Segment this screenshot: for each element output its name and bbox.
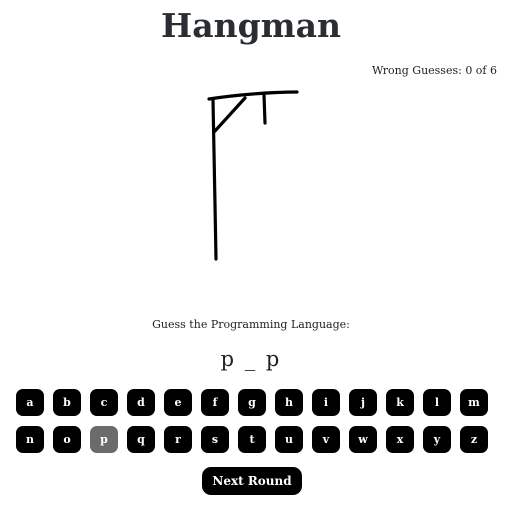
next-round-button[interactable]: Next Round: [202, 467, 302, 495]
letter-key-o[interactable]: o: [53, 426, 81, 453]
letter-key-e[interactable]: e: [164, 389, 192, 416]
letter-key-g[interactable]: g: [238, 389, 266, 416]
letter-key-t[interactable]: t: [238, 426, 266, 453]
letter-key-c[interactable]: c: [90, 389, 118, 416]
letter-key-x[interactable]: x: [386, 426, 414, 453]
letter-key-k[interactable]: k: [386, 389, 414, 416]
letter-key-a[interactable]: a: [16, 389, 44, 416]
letter-key-i[interactable]: i: [312, 389, 340, 416]
letter-key-v[interactable]: v: [312, 426, 340, 453]
letter-key-w[interactable]: w: [349, 426, 377, 453]
letter-key-m[interactable]: m: [460, 389, 488, 416]
gallows-brace: [213, 96, 247, 133]
game-title: Hangman: [161, 6, 341, 45]
letter-key-h[interactable]: h: [275, 389, 303, 416]
letter-key-z[interactable]: z: [460, 426, 488, 453]
letter-key-b[interactable]: b: [53, 389, 81, 416]
game-prompt: Guess the Programming Language:: [152, 318, 350, 331]
letter-key-r[interactable]: r: [164, 426, 192, 453]
letter-key-j[interactable]: j: [349, 389, 377, 416]
wrong-guesses-counter: Wrong Guesses: 0 of 6: [371, 64, 497, 77]
keyboard-row-2: nopqrstuvwxyz: [16, 426, 488, 453]
gallows-pole: [211, 98, 218, 261]
keyboard-row-1: abcdefghijklm: [16, 389, 488, 416]
letter-key-d[interactable]: d: [127, 389, 155, 416]
letter-key-f[interactable]: f: [201, 389, 229, 416]
gallows-drawing: [207, 90, 299, 261]
gallows-rope: [262, 93, 267, 125]
letter-key-q[interactable]: q: [127, 426, 155, 453]
letter-key-y[interactable]: y: [423, 426, 451, 453]
letter-key-n[interactable]: n: [16, 426, 44, 453]
gallows-beam: [207, 90, 299, 101]
letter-key-u[interactable]: u: [275, 426, 303, 453]
letter-key-p: p: [90, 426, 118, 453]
word-display: p _ p: [220, 347, 282, 371]
letter-key-s[interactable]: s: [201, 426, 229, 453]
letter-key-l[interactable]: l: [423, 389, 451, 416]
